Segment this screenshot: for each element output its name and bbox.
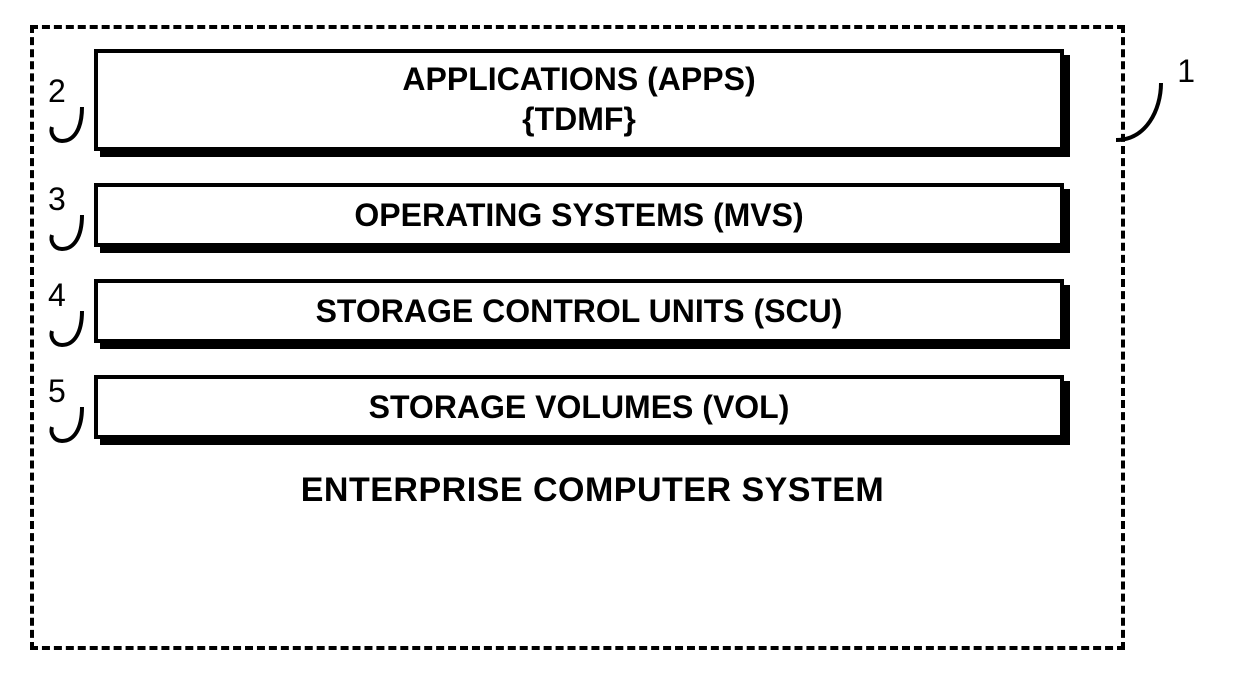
layer-label-line2: {TDMF} bbox=[108, 99, 1050, 139]
layer-applications: 2 APPLICATIONS (APPS) {TDMF} bbox=[94, 49, 1091, 151]
reference-hook-icon bbox=[42, 405, 86, 447]
layer-operating-systems: 3 OPERATING SYSTEMS (MVS) bbox=[94, 183, 1091, 247]
outer-reference-leader: 1 bbox=[1116, 75, 1201, 160]
layer-label-line1: STORAGE VOLUMES (VOL) bbox=[369, 389, 790, 425]
layer-box: STORAGE VOLUMES (VOL) bbox=[94, 375, 1064, 439]
reference-5: 5 bbox=[42, 375, 92, 447]
reference-number: 3 bbox=[42, 183, 92, 215]
layer-storage-control-units: 4 STORAGE CONTROL UNITS (SCU) bbox=[94, 279, 1091, 343]
layer-box: OPERATING SYSTEMS (MVS) bbox=[94, 183, 1064, 247]
layer-label-line1: APPLICATIONS (APPS) bbox=[108, 59, 1050, 99]
layer-label-line1: OPERATING SYSTEMS (MVS) bbox=[354, 197, 803, 233]
reference-hook-icon bbox=[42, 213, 86, 255]
reference-4: 4 bbox=[42, 279, 92, 351]
reference-number: 2 bbox=[42, 75, 92, 107]
reference-number: 4 bbox=[42, 279, 92, 311]
leader-curve-icon bbox=[1116, 75, 1201, 155]
layer-box: STORAGE CONTROL UNITS (SCU) bbox=[94, 279, 1064, 343]
reference-hook-icon bbox=[42, 105, 86, 147]
layer-storage-volumes: 5 STORAGE VOLUMES (VOL) bbox=[94, 375, 1091, 439]
reference-number: 5 bbox=[42, 375, 92, 407]
reference-2: 2 bbox=[42, 75, 92, 147]
layer-label-line1: STORAGE CONTROL UNITS (SCU) bbox=[316, 293, 843, 329]
reference-3: 3 bbox=[42, 183, 92, 255]
diagram-title: ENTERPRISE COMPUTER SYSTEM bbox=[94, 471, 1091, 510]
reference-hook-icon bbox=[42, 309, 86, 351]
layer-box: APPLICATIONS (APPS) {TDMF} bbox=[94, 49, 1064, 151]
outer-reference-number: 1 bbox=[1177, 53, 1195, 90]
enterprise-system-container: 1 2 APPLICATIONS (APPS) {TDMF} 3 OPERATI… bbox=[30, 25, 1125, 650]
